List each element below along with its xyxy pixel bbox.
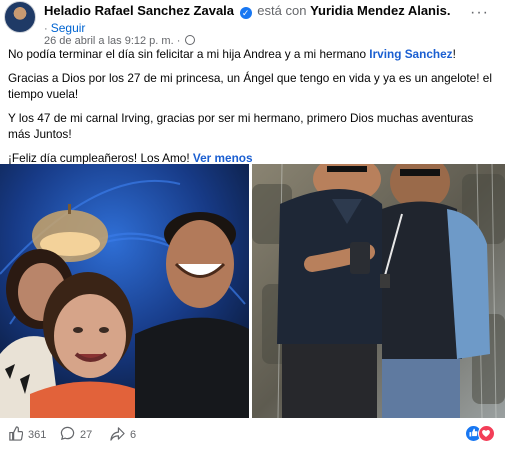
author-avatar[interactable]: [4, 1, 36, 33]
comment-button[interactable]: 27: [60, 426, 92, 441]
post-paragraph: Gracias a Dios por los 27 de mi princesa…: [8, 71, 492, 101]
post-header: Heladio Rafael Sanchez Zavala ✓ está con…: [0, 0, 505, 47]
follow-button[interactable]: Seguir: [51, 21, 86, 35]
post-paragraph: No podía terminar el día sin felicitar a…: [8, 46, 498, 62]
photo-right[interactable]: [252, 164, 505, 418]
post-meta: · Seguir 26 de abril a las 9:12 p. m. ·: [44, 21, 196, 47]
share-arrow-icon: [110, 427, 125, 441]
author-name[interactable]: Heladio Rafael Sanchez Zavala: [44, 3, 234, 18]
share-count: 6: [130, 429, 137, 441]
comment-bubble-icon: [60, 426, 75, 441]
reaction-summary[interactable]: [465, 425, 497, 443]
post-text: No podía terminar el día sin felicitar a…: [8, 47, 370, 61]
more-options-button[interactable]: ···: [470, 4, 489, 22]
verified-badge-icon: ✓: [239, 7, 252, 19]
reaction-love-icon: [478, 425, 495, 442]
post-body: No podía terminar el día sin felicitar a…: [8, 46, 498, 174]
post-header-line: Heladio Rafael Sanchez Zavala ✓ está con…: [44, 3, 450, 19]
like-count: 361: [28, 429, 47, 441]
see-less-link[interactable]: Ver menos: [193, 151, 253, 165]
mention-link[interactable]: Irving Sanchez: [369, 47, 452, 61]
post-text: !: [452, 47, 456, 61]
photo-left-image: [0, 164, 249, 418]
like-button[interactable]: 361: [8, 426, 46, 441]
with-label: está con: [257, 3, 307, 18]
separator: ·: [44, 23, 48, 35]
share-button[interactable]: 6: [110, 426, 136, 441]
globe-icon: [185, 35, 196, 45]
post-paragraph: Y los 47 de mi carnal Irving, gracias po…: [8, 111, 474, 141]
tagged-person[interactable]: Yuridia Mendez Alanis.: [310, 3, 450, 18]
thumbs-up-icon: [9, 426, 24, 441]
comment-count: 27: [80, 429, 93, 441]
photo-left[interactable]: [0, 164, 249, 418]
post-text: ¡Feliz día cumpleañeros! Los Amo!: [8, 151, 190, 165]
post-footer: 361 27 6: [0, 420, 505, 449]
photo-right-image: [252, 164, 505, 418]
